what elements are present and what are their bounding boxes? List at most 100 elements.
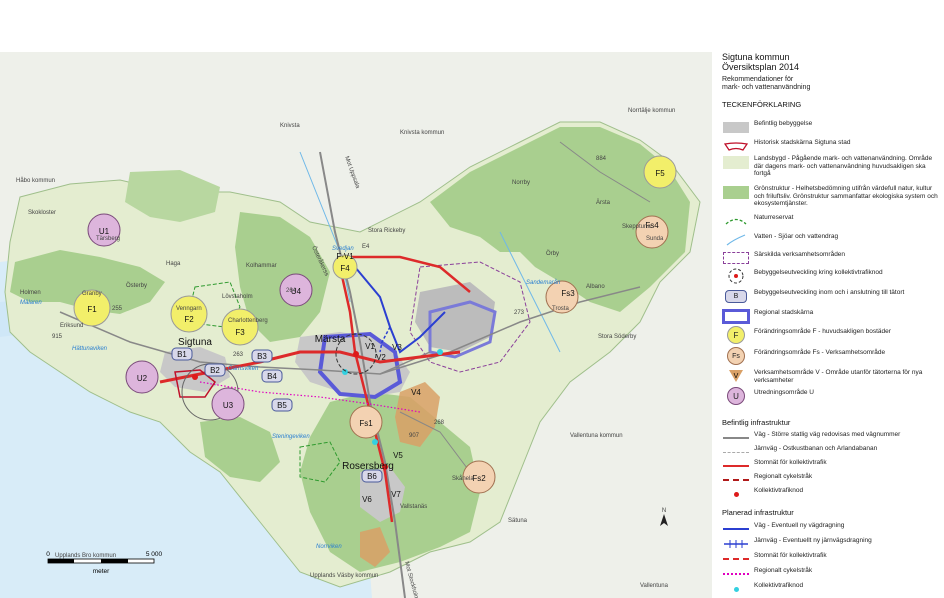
label-f3: F3: [235, 328, 245, 337]
place-kolhammar: Kolhammar: [246, 263, 277, 269]
transit-node-marsta: [353, 351, 359, 357]
legend-subtitle-2: mark- och vattenanvändning: [722, 84, 811, 91]
place-eriksund: Eriksund: [60, 323, 83, 329]
place-upplands-vasby: Upplands Väsby kommun: [310, 573, 378, 579]
road-label-915: 915: [52, 334, 63, 340]
legend-title-1: Sigtuna kommun: [722, 52, 790, 62]
label-fs3: Fs3: [561, 289, 575, 298]
planned-node-3: [372, 439, 378, 445]
legend-item-historic: Historisk stadskärna Sigtuna stad: [722, 139, 944, 153]
legend-item-rural: Landsbygd - Pågående mark- och vattenanv…: [722, 155, 944, 178]
legend-item-fs: Fs Förändringsområde Fs - Verksamhetsomr…: [722, 347, 944, 365]
place-skepptuna: Skepptuna: [622, 224, 651, 230]
legend-item-special: Särskilda verksamhetsområden: [722, 251, 944, 265]
label-fs2: Fs2: [472, 474, 486, 483]
legend-planned-node: Kollektivtrafiknod: [722, 582, 944, 596]
legend-item-u: U Utredningsområde U: [722, 387, 944, 405]
map[interactable]: U1 U2 U3 U4 F1 F2 F3 F4 F5 Fs1 Fs2 Fs3 F…: [0, 52, 712, 598]
label-b5: B5: [277, 401, 287, 410]
legend-planned-road: Väg - Eventuell ny vägdragning: [722, 522, 944, 536]
legend-item-water: Vatten - Sjöar och vattendrag: [722, 233, 944, 247]
label-b6: B6: [367, 472, 377, 481]
legend-item-regional: Regional stadskärna: [722, 308, 944, 324]
place-trosta: Trosta: [552, 306, 569, 312]
scale-start: 0: [46, 551, 50, 558]
water-malaren: Mälaren: [20, 300, 42, 306]
road-label-255: 255: [112, 306, 123, 312]
place-orby: Örby: [546, 250, 559, 257]
place-rosersberg: Rosersberg: [342, 461, 394, 472]
place-vallentuna-kommun: Vallentuna kommun: [570, 433, 623, 439]
place-habo-kommun: Håbo kommun: [16, 177, 55, 184]
water-norrviken: Norrviken: [316, 544, 342, 550]
zone-f3[interactable]: [221, 308, 259, 346]
place-tarsberg: Tärsberg: [96, 236, 120, 242]
scale-bar: 0 5 000 meter: [28, 548, 178, 588]
road-label-e4: E4: [362, 244, 370, 250]
place-sunda: Sunda: [646, 236, 664, 242]
place-skokloster: Skokloster: [28, 210, 56, 216]
label-b4: B4: [267, 372, 277, 381]
label-v4: V4: [411, 388, 421, 397]
place-vallentuna: Vallentuna: [640, 583, 669, 589]
legend-item-f: F Förändringsområde F - huvudsakligen bo…: [722, 326, 944, 344]
place-stora-rickeby: Stora Rickeby: [368, 228, 405, 234]
legend-item-v: V Verksamhetsområde V - Område utanför t…: [722, 369, 944, 384]
place-knivsta-kommun: Knivsta kommun: [400, 130, 444, 136]
water-garnsviken: Garnsviken: [228, 366, 259, 372]
place-vallstanas: Vallstanäs: [400, 504, 427, 510]
legend-existing-node: Kollektivtrafiknod: [722, 487, 944, 501]
svg-text:V: V: [734, 373, 739, 380]
place-satuna: Sätuna: [508, 518, 528, 524]
road-label-273: 273: [514, 310, 525, 316]
label-fv1: F-V1: [336, 252, 354, 261]
label-b1: B1: [177, 350, 187, 359]
place-arsta: Ärsta: [596, 199, 611, 206]
label-v6: V6: [362, 495, 372, 504]
transit-node-sigtuna: [192, 374, 198, 380]
label-f1: F1: [87, 305, 97, 314]
legend-item-green: Grönstruktur - Helhetsbedömning utifrån …: [722, 185, 944, 208]
label-f4: F4: [340, 264, 350, 273]
label-v2: V2: [376, 353, 386, 362]
legend-item-built: Befintlig bebyggelse: [722, 120, 944, 134]
road-label-884: 884: [596, 156, 607, 162]
place-charlottenberg: Charlottenberg: [228, 318, 268, 324]
label-fs1: Fs1: [359, 419, 373, 428]
legend-heading: TECKENFÖRKLARING: [722, 100, 802, 109]
zone-f2[interactable]: [170, 295, 208, 333]
place-lovstaholm: Lövstaholm: [222, 294, 253, 300]
legend-item-node-dev: Bebyggelseutveckling kring kollektivtraf…: [722, 268, 944, 284]
place-albano: Albano: [586, 284, 605, 290]
map-canvas: U1 U2 U3 U4 F1 F2 F3 F4 F5 Fs1 Fs2 Fs3 F…: [0, 52, 712, 598]
water-sandemaran: Sandemarån: [526, 279, 561, 286]
svg-text:N: N: [662, 508, 666, 514]
label-v1: V1: [365, 342, 375, 351]
label-u3: U3: [223, 401, 234, 410]
label-u2: U2: [137, 374, 148, 383]
road-label-268: 268: [434, 420, 445, 426]
legend-subtitle-1: Rekommendationer för: [722, 76, 794, 83]
legend-existing-road: Väg - Större statlig väg redovisas med v…: [722, 431, 944, 445]
place-granby: Granby: [82, 291, 102, 297]
place-holmen: Holmen: [20, 290, 41, 296]
road-label-264: 264: [286, 288, 297, 294]
place-norrtalje-kommun: Norrtälje kommun: [628, 108, 675, 114]
legend-section-planned: Planerad infrastruktur: [722, 508, 794, 517]
water-hattunaviken: Hättunaviken: [72, 346, 108, 352]
legend-panel: Sigtuna kommun Översiktsplan 2014 Rekomm…: [722, 52, 944, 598]
legend-planned-rail: Järnväg - Eventuellt ny järnvägsdragning: [724, 537, 872, 548]
place-osterby: Österby: [126, 282, 147, 289]
road-label-907: 907: [409, 433, 420, 439]
legend-item-nature-reserve: Naturreservat: [722, 214, 944, 228]
place-norrby: Norrby: [512, 180, 530, 186]
label-b3: B3: [257, 352, 267, 361]
label-f2: F2: [184, 315, 194, 324]
place-stora-soderby: Stora Söderby: [598, 334, 636, 340]
legend-existing-cycle: Regionalt cykelstråk: [722, 473, 944, 487]
legend-section-existing: Befintlig infrastruktur: [722, 418, 791, 427]
legend-title-2: Översiktsplan 2014: [722, 62, 800, 72]
legend-planned-cycle: Regionalt cykelstråk: [722, 567, 944, 581]
planned-node-1: [437, 349, 443, 355]
scale-bar-graphic: 0 5 000 meter: [46, 551, 162, 575]
